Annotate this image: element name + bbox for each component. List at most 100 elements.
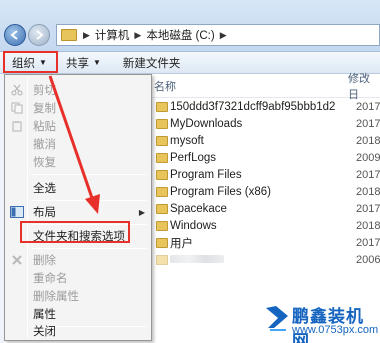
menu-label: 全选 [33,183,56,195]
redacted-text [170,254,224,263]
submenu-arrow-icon: ▶ [138,207,145,217]
file-row[interactable]: 150ddd3f7321dcff9abf95bbb1d2 2017/1 [150,98,380,115]
breadcrumb-computer[interactable]: 计算机 [95,27,130,43]
menu-label: 重命名 [33,273,68,285]
file-name: Program Files [170,168,242,181]
file-row[interactable]: MyDownloads 2017/1 [150,115,380,132]
file-row[interactable]: Program Files 2017/1 [150,166,380,183]
column-header-name[interactable]: 名称 [150,78,346,94]
file-date: 2017/1 [356,202,380,215]
select-all-icon [7,178,27,198]
menu-label: 恢复 [33,157,56,169]
file-date: 2006/1 [356,253,380,266]
remove-properties-icon [7,286,27,306]
menu-label: 属性 [33,309,56,321]
folder-options-highlight-box [20,221,130,243]
dropdown-arrow-icon: ▼ [93,58,101,67]
watermark-title: 鹏鑫装机网 [292,307,364,343]
menu-item-undo[interactable]: 撤消 [7,135,149,153]
file-name-redacted [170,254,356,266]
menu-item-select-all[interactable]: 全选 [7,179,149,197]
file-date: 2017/1 [356,168,380,181]
menu-item-cut[interactable]: 剪切 [7,81,149,99]
file-date: 2017/1 [356,236,380,249]
file-row[interactable]: 用户 2017/1 [150,234,380,251]
menu-separator [31,174,147,175]
bird-logo-icon [266,306,288,331]
file-name: Program Files (x86) [170,185,271,198]
folder-icon [156,220,168,231]
chevron-right-icon: ▶ [83,29,90,40]
menu-label: 删除 [33,255,56,267]
delete-x-icon [7,250,27,270]
menu-label: 删除属性 [33,291,79,303]
back-arrow-icon [10,30,18,40]
menu-item-paste[interactable]: 粘贴 [7,117,149,135]
share-button[interactable]: 共享 ▼ [56,53,109,73]
file-date: 2018/2 [356,134,380,147]
file-name: PerfLogs [170,151,217,164]
share-label: 共享 [66,57,89,70]
menu-label: 撤消 [33,139,56,151]
folder-icon [156,101,168,112]
file-name: 用户 [170,237,193,250]
new-folder-button[interactable]: 新建文件夹 [109,53,189,73]
title-bar: ▶ 计算机 ▶ 本地磁盘 (C:) ▶ [0,0,380,52]
file-name: Spacekace [170,202,227,215]
menu-separator [31,200,147,201]
folder-icon [156,186,168,197]
menu-label: 布局 [33,207,56,219]
file-row[interactable]: PerfLogs 2009/7 [150,149,380,166]
menu-item-copy[interactable]: 复制 [7,99,149,117]
menu-item-close[interactable]: 关闭 [7,322,149,340]
file-row[interactable]: Windows 2018/2 [150,217,380,234]
folder-icon [156,169,168,180]
undo-icon [7,134,27,154]
file-name: 150ddd3f7321dcff9abf95bbb1d2 [170,100,336,113]
folder-icon [156,203,168,214]
rename-icon [7,268,27,288]
menu-item-rename[interactable]: 重命名 [7,269,149,287]
paste-icon [7,116,27,136]
redo-icon [7,152,27,172]
forward-arrow-icon [36,30,44,40]
file-row[interactable]: 2006/1 [150,251,380,268]
breadcrumb-local-disk[interactable]: 本地磁盘 (C:) [146,27,214,43]
folder-icon [156,118,168,129]
menu-label: 剪切 [33,85,56,97]
back-button[interactable] [4,24,26,46]
chevron-right-icon: ▶ [219,29,227,40]
menu-item-redo[interactable]: 恢复 [7,153,149,171]
file-date: 2018/2 [356,219,380,232]
menu-label: 关闭 [33,326,56,338]
menu-label: 复制 [33,103,56,115]
folder-icon [61,29,77,41]
forward-button[interactable] [28,24,50,46]
file-date: 2018/2 [356,185,380,198]
copy-icon [7,98,27,118]
watermark-url: www.0753px.com [292,324,379,336]
menu-item-delete[interactable]: 删除 [7,251,149,269]
chevron-right-icon: ▶ [134,29,142,40]
organize-menu: 剪切 复制 粘贴 撤消 恢复 全选 布局 ▶ 文件夹和搜索选项 删除 重命名 删… [4,74,152,341]
menu-item-properties[interactable]: 属性 [7,305,149,323]
file-date: 2017/1 [356,117,380,130]
folder-icon [156,254,168,265]
scissors-icon [7,80,27,100]
new-folder-label: 新建文件夹 [122,57,181,70]
menu-item-remove-properties[interactable]: 删除属性 [7,287,149,305]
menu-separator [31,248,147,249]
file-date: 2009/7 [356,151,380,164]
file-row[interactable]: Program Files (x86) 2018/2 [150,183,380,200]
address-bar[interactable]: ▶ 计算机 ▶ 本地磁盘 (C:) ▶ [56,24,380,46]
menu-item-layout[interactable]: 布局 ▶ [7,203,149,221]
file-date: 2017/1 [356,100,380,113]
file-row[interactable]: Spacekace 2017/1 [150,200,380,217]
folder-icon [156,237,168,248]
column-header-date[interactable]: 修改日 [346,70,380,102]
file-row[interactable]: mysoft 2018/2 [150,132,380,149]
file-name: MyDownloads [170,117,243,130]
menu-label: 粘贴 [33,121,56,133]
file-name: Windows [170,219,217,232]
folder-icon [156,152,168,163]
